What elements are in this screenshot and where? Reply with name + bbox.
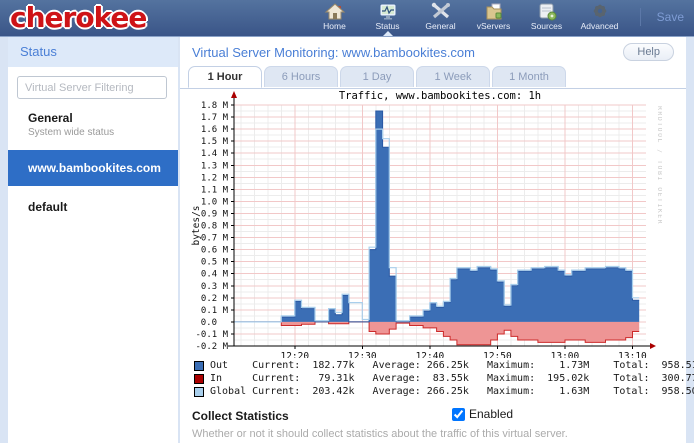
help-button[interactable]: Help (623, 43, 674, 61)
legend-row: Global Current: 203.42k Average: 266.25k… (194, 385, 694, 398)
sidebar-item-bambookites[interactable]: www.bambookites.com (8, 150, 178, 186)
svg-text:1.7 M: 1.7 M (201, 113, 229, 123)
collect-statistics-description: Whether or not it should collect statist… (192, 428, 568, 440)
save-button[interactable]: Save (640, 8, 684, 26)
sidebar: Status General System wide status www.ba… (8, 37, 178, 443)
cherokee-logo: cherokee (10, 1, 146, 34)
legend-swatch-global (194, 387, 204, 397)
nav-item-general[interactable]: General (414, 2, 467, 34)
svg-text:-0.2 M: -0.2 M (195, 342, 228, 352)
legend-swatch-out (194, 361, 204, 371)
legend-row: Out Current: 182.77k Average: 266.25k Ma… (194, 359, 694, 372)
tools-icon (414, 2, 467, 21)
svg-text:13:00: 13:00 (551, 351, 580, 358)
chart-legend: Out Current: 182.77k Average: 266.25k Ma… (194, 359, 694, 398)
main-nav: Home Status General vServers Sources (308, 2, 626, 34)
nav-item-status[interactable]: Status (361, 2, 414, 34)
page-title: Virtual Server Monitoring: www.bambookit… (192, 45, 475, 60)
sources-icon (520, 2, 573, 21)
svg-text:0.0: 0.0 (201, 318, 217, 328)
traffic-chart: -0.2 M -0.1 M 0.0 0.1 M 0.2 M 0.3 M 0.4 M 0.5 M… (188, 88, 662, 358)
sidebar-item-general[interactable]: General System wide status (8, 103, 178, 146)
sidebar-item-general-sublabel: System wide status (28, 127, 166, 138)
svg-text:0.6 M: 0.6 M (201, 246, 229, 256)
svg-text:0.9 M: 0.9 M (201, 209, 229, 219)
svg-text:13:10: 13:10 (618, 351, 647, 358)
collect-statistics-checkbox[interactable] (452, 408, 465, 421)
tab-1-week[interactable]: 1 Week (416, 66, 490, 87)
legend-row: In Current: 79.31k Average: 83.55k Maxim… (194, 372, 694, 385)
gear-icon (573, 2, 626, 21)
home-icon (308, 2, 361, 21)
svg-text:1.2 M: 1.2 M (201, 173, 229, 183)
vservers-folder-icon (467, 2, 520, 21)
enabled-label[interactable]: Enabled (469, 407, 513, 421)
tab-1-hour[interactable]: 1 Hour (188, 66, 262, 88)
svg-text:12:20: 12:20 (280, 351, 309, 358)
svg-text:RRDTOOL / TOBI OETIKER: RRDTOOL / TOBI OETIKER (656, 106, 662, 225)
svg-text:-0.1 M: -0.1 M (195, 330, 228, 340)
svg-text:12:40: 12:40 (416, 351, 445, 358)
svg-text:1.4 M: 1.4 M (201, 149, 229, 159)
svg-text:1.0 M: 1.0 M (201, 197, 229, 207)
time-range-tabs: 1 Hour 6 Hours 1 Day 1 Week 1 Month (180, 66, 686, 89)
nav-item-sources[interactable]: Sources (520, 2, 573, 34)
svg-text:bytes/s: bytes/s (191, 205, 202, 245)
active-section-indicator (383, 31, 393, 36)
tab-1-month[interactable]: 1 Month (492, 66, 566, 87)
svg-text:0.1 M: 0.1 M (201, 306, 229, 316)
main-panel: Virtual Server Monitoring: www.bambookit… (180, 37, 686, 443)
sidebar-title: Status (8, 37, 178, 67)
svg-text:1.3 M: 1.3 M (201, 161, 229, 171)
nav-item-home[interactable]: Home (308, 2, 361, 34)
tab-6-hours[interactable]: 6 Hours (264, 66, 338, 87)
svg-text:1.1 M: 1.1 M (201, 185, 229, 195)
svg-text:12:50: 12:50 (483, 351, 512, 358)
nav-item-vservers[interactable]: vServers (467, 2, 520, 34)
tab-1-day[interactable]: 1 Day (340, 66, 414, 87)
svg-text:0.3 M: 0.3 M (201, 282, 229, 292)
svg-text:1.5 M: 1.5 M (201, 137, 229, 147)
svg-text:1.6 M: 1.6 M (201, 125, 229, 135)
svg-text:Traffic, www.bambookites.com:: Traffic, www.bambookites.com: 1h (339, 90, 541, 102)
vserver-filter-input[interactable] (17, 76, 167, 99)
sidebar-item-default[interactable]: default (8, 192, 178, 222)
status-monitor-icon (361, 2, 414, 21)
svg-text:0.5 M: 0.5 M (201, 258, 229, 268)
svg-text:0.2 M: 0.2 M (201, 294, 229, 304)
svg-text:1.8 M: 1.8 M (201, 101, 229, 111)
svg-text:12:30: 12:30 (348, 351, 377, 358)
nav-item-advanced[interactable]: Advanced (573, 2, 626, 34)
svg-text:0.4 M: 0.4 M (201, 270, 229, 280)
legend-text: Global Current: 203.42k Average: 266.25k… (210, 386, 694, 397)
svg-text:0.7 M: 0.7 M (201, 234, 229, 244)
legend-text: Out Current: 182.77k Average: 266.25k Ma… (210, 360, 694, 371)
collect-statistics-label: Collect Statistics (192, 409, 289, 423)
legend-text: In Current: 79.31k Average: 83.55k Maxim… (210, 373, 694, 384)
top-header: cherokee Home Status General vServers (0, 0, 694, 37)
legend-swatch-in (194, 374, 204, 384)
svg-text:0.8 M: 0.8 M (201, 222, 229, 232)
